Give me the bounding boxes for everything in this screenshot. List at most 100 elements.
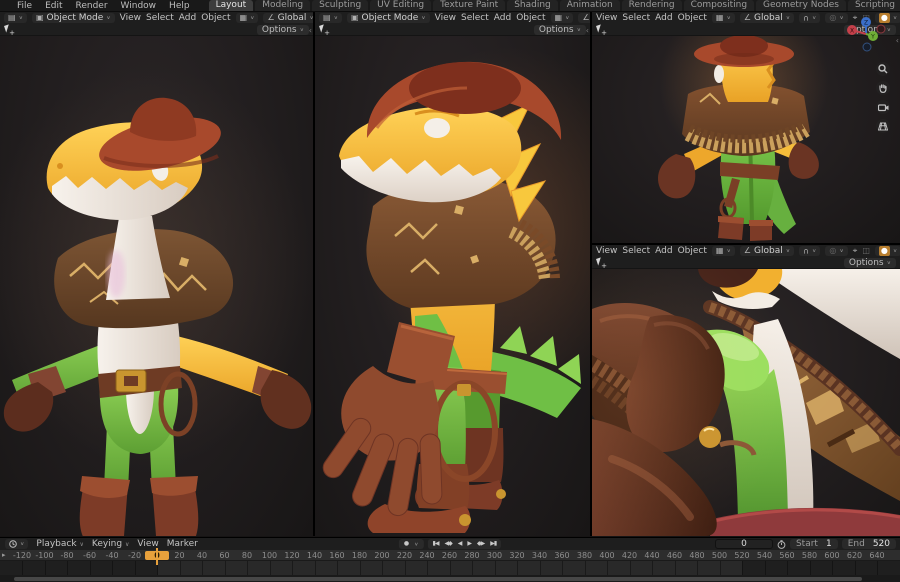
viewport-side[interactable]: ▤ ∨ ▣ Object Mode ∨ View Select Add Object … <box>315 12 590 536</box>
camera-view-icon[interactable] <box>876 100 890 114</box>
orientation-dropdown[interactable]: ∠Global∨ <box>739 246 795 256</box>
end-frame-field[interactable]: End 520 <box>841 539 896 549</box>
mode-dropdown[interactable]: ▣ Object Mode ∨ <box>31 13 115 23</box>
editor-type-button[interactable]: ▤ ∨ <box>4 13 27 23</box>
current-frame-field[interactable]: 0 <box>714 539 773 549</box>
pivot-dropdown[interactable]: ▦ ∨ <box>711 13 735 23</box>
expand-channels-icon[interactable]: ▸ <box>2 551 6 559</box>
active-tool-icon[interactable] <box>596 25 607 36</box>
pivot-dropdown[interactable]: ▦ ∨ <box>550 13 574 23</box>
auto-keying-button[interactable]: ● <box>401 539 411 549</box>
tab-compositing[interactable]: Compositing <box>683 0 755 11</box>
tab-layout[interactable]: Layout <box>208 0 254 11</box>
viewport-closeup[interactable]: View Select Add Object ▦ ∨ ∠ Global ∨ ∪ ∨ ◎ ∨… <box>592 245 900 536</box>
playhead[interactable] <box>156 548 158 565</box>
menu-object[interactable]: Object <box>516 13 545 23</box>
menu-select[interactable]: Select <box>622 13 650 23</box>
menu-render[interactable]: Render <box>74 1 110 11</box>
active-tool-icon[interactable] <box>319 25 330 36</box>
play-button[interactable]: ▶ <box>464 539 474 549</box>
timeline-scroll-handle[interactable] <box>14 577 862 581</box>
perspective-toggle-icon[interactable] <box>876 119 890 133</box>
tab-scripting[interactable]: Scripting <box>847 0 900 11</box>
snap-toggle[interactable]: ∪ ∨ <box>799 13 821 23</box>
viewport-closeup-header: View Select Add Object ▦ ∨ ∠ Global ∨ ∪ ∨ ◎ ∨… <box>592 245 900 257</box>
menu-object[interactable]: Object <box>678 13 707 23</box>
viewport-front[interactable]: ▤ ∨ ▣ Object Mode ∨ View Select Add Object … <box>0 12 313 536</box>
proportional-editing-dropdown[interactable]: ◎ ∨ <box>825 246 848 256</box>
collapse-icon[interactable]: ‹ <box>586 26 589 35</box>
navigation-gizmo[interactable]: Z X Y <box>844 14 888 58</box>
sidebar-toggle-icon[interactable]: ‹ <box>896 36 899 45</box>
viewport-front-canvas[interactable] <box>0 36 313 536</box>
next-keyframe-button[interactable]: ◆ ▶ <box>474 539 487 549</box>
tab-uv-editing[interactable]: UV Editing <box>370 0 432 11</box>
mode-dropdown[interactable]: ▣ Object Mode ∨ <box>346 13 430 23</box>
menu-select[interactable]: Select <box>622 246 650 256</box>
preview-range-stopwatch-icon[interactable] <box>777 539 786 549</box>
prev-keyframe-button[interactable]: ◀ ◆ <box>441 539 454 549</box>
viewport-side-canvas[interactable] <box>315 36 590 536</box>
menu-edit[interactable]: Edit <box>43 1 64 11</box>
zoom-icon[interactable] <box>876 62 890 76</box>
material-ball-icon: ● <box>878 246 890 256</box>
orientation-dropdown[interactable]: ∠Global∨ <box>263 13 313 23</box>
options-dropdown[interactable]: Options∨ <box>533 24 586 35</box>
menu-view[interactable]: View <box>435 13 456 23</box>
timeline-editor-type-button[interactable]: ∨ <box>5 539 29 549</box>
tab-modeling[interactable]: Modeling <box>255 0 311 11</box>
orientation-icon: ∠ <box>743 246 752 255</box>
orientation-dropdown[interactable]: ∠Global∨ <box>578 13 590 23</box>
active-tool-icon[interactable] <box>4 25 15 36</box>
options-dropdown[interactable]: Options∨ <box>843 257 896 268</box>
menu-view[interactable]: View <box>120 13 141 23</box>
menu-file[interactable]: File <box>15 1 34 11</box>
material-preview-dropdown[interactable]: ● ∨ <box>874 246 900 256</box>
menu-window[interactable]: Window <box>119 1 159 11</box>
auto-keying-dropdown[interactable]: ∨ <box>411 541 421 548</box>
active-tool-icon[interactable] <box>596 258 607 269</box>
tab-shading[interactable]: Shading <box>507 0 558 11</box>
editor-type-icon: ▤ <box>323 13 331 22</box>
gizmos-icon[interactable]: ⌖ <box>853 246 858 256</box>
options-dropdown[interactable]: Options∨ <box>256 24 309 35</box>
tab-texture-paint[interactable]: Texture Paint <box>433 0 506 11</box>
orientation-dropdown[interactable]: ∠Global∨ <box>739 13 795 23</box>
xray-icon[interactable]: ◫ <box>862 246 870 256</box>
menu-select[interactable]: Select <box>146 13 174 23</box>
menu-marker[interactable]: Marker <box>167 539 198 549</box>
tab-rendering[interactable]: Rendering <box>621 0 682 11</box>
menu-keying[interactable]: Keying ∨ <box>92 539 130 549</box>
start-frame-field[interactable]: Start 1 <box>789 539 838 549</box>
timeline-ruler[interactable]: ▸ 0 -120-100-80-60-40-202040608010012014… <box>0 550 900 561</box>
pan-hand-icon[interactable] <box>876 81 890 95</box>
proportional-icon: ◎ <box>829 13 837 22</box>
menu-help[interactable]: Help <box>167 1 192 11</box>
menu-add[interactable]: Add <box>655 13 672 23</box>
menu-object[interactable]: Object <box>201 13 230 23</box>
snap-toggle[interactable]: ∪ ∨ <box>799 246 821 256</box>
menu-view[interactable]: View <box>596 246 617 256</box>
viewport-back-canvas[interactable] <box>592 36 900 243</box>
menu-add[interactable]: Add <box>655 246 672 256</box>
editor-type-button[interactable]: ▤ ∨ <box>319 13 342 23</box>
tab-geometry-nodes[interactable]: Geometry Nodes <box>756 0 846 11</box>
viewport-back[interactable]: View Select Add Object ▦ ∨ ∠ Global ∨ ∪ ∨ ◎ ∨… <box>592 12 900 243</box>
menu-playback[interactable]: Playback ∨ <box>36 539 83 549</box>
viewport-closeup-canvas[interactable] <box>592 269 900 536</box>
pivot-dropdown[interactable]: ▦ ∨ <box>711 246 735 256</box>
tab-animation[interactable]: Animation <box>559 0 620 11</box>
tab-sculpting[interactable]: Sculpting <box>312 0 369 11</box>
orientation-icon: ∠ <box>267 13 275 22</box>
menu-add[interactable]: Add <box>494 13 511 23</box>
jump-to-end-button[interactable]: ▶ ▮ <box>487 539 499 549</box>
menu-object[interactable]: Object <box>678 246 707 256</box>
pivot-dropdown[interactable]: ▦ ∨ <box>235 13 259 23</box>
timeline-tracks[interactable] <box>0 561 900 575</box>
menu-view[interactable]: View <box>596 13 617 23</box>
menu-select[interactable]: Select <box>461 13 489 23</box>
jump-to-start-button[interactable]: ▮ ◀ <box>430 539 442 549</box>
play-reverse-button[interactable]: ◀ <box>455 539 465 549</box>
collapse-icon[interactable]: ‹ <box>309 26 312 35</box>
menu-add[interactable]: Add <box>179 13 196 23</box>
